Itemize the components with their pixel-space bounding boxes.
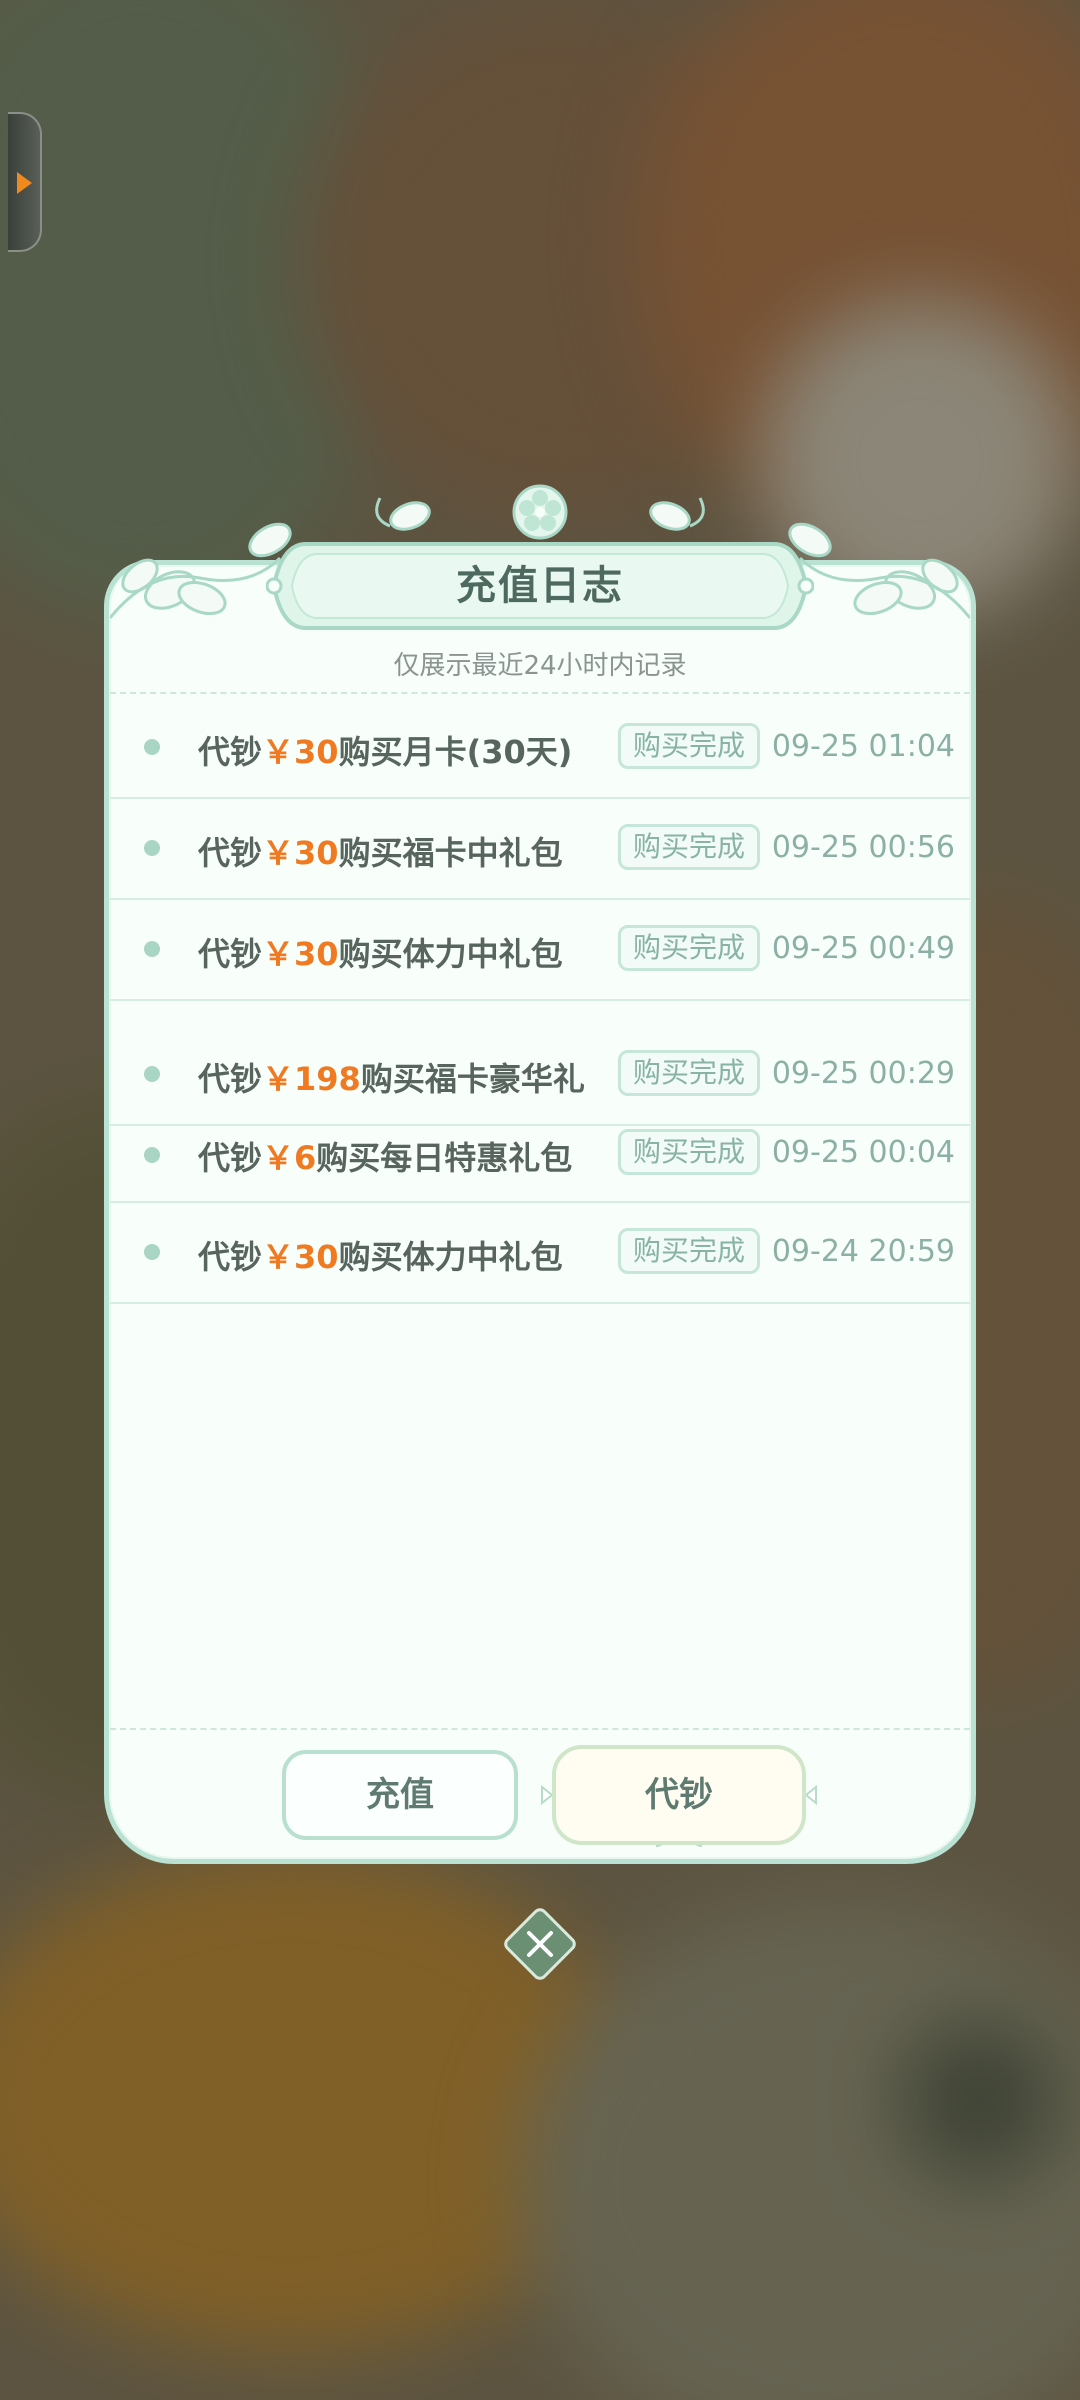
record-amount: ￥198 <box>262 1060 361 1098</box>
status-badge: 购买完成 <box>618 824 760 870</box>
record-description: 代钞￥30购买福卡中礼包 <box>198 834 563 872</box>
record-time: 09-25 00:56 <box>771 830 955 865</box>
top-divider <box>110 692 970 694</box>
game-screen: 充值日志 仅展示最近24小时内记录 代钞￥30购买月卡(30天) 购买完成 09… <box>0 0 1080 2400</box>
side-expand-tab[interactable] <box>8 112 42 252</box>
record-description: 代钞￥30购买体力中礼包 <box>198 935 563 973</box>
list-item: 代钞￥6购买每日特惠礼包 购买完成 09-25 00:04 <box>110 1125 970 1203</box>
list-item: 代钞￥30购买福卡中礼包 购买完成 09-25 00:56 <box>110 798 970 900</box>
record-amount: ￥30 <box>262 935 339 973</box>
record-description: 代钞￥198购买福卡豪华礼 <box>198 1060 585 1098</box>
list-item: 代钞￥198购买福卡豪华礼 购买完成 09-25 00:29 <box>110 1000 970 1126</box>
record-time: 09-25 01:04 <box>771 729 955 764</box>
record-amount: ￥30 <box>262 1238 339 1276</box>
record-amount: ￥6 <box>262 1139 317 1177</box>
status-badge: 购买完成 <box>618 1228 760 1274</box>
dialog-subtitle: 仅展示最近24小时内记录 <box>393 651 687 681</box>
record-description: 代钞￥30购买体力中礼包 <box>198 1238 563 1276</box>
record-time: 09-25 00:29 <box>771 1056 955 1091</box>
record-description: 代钞￥6购买每日特惠礼包 <box>198 1139 573 1177</box>
record-amount: ￥30 <box>262 733 339 771</box>
status-badge: 购买完成 <box>618 925 760 971</box>
bullet-dot <box>144 1147 160 1163</box>
close-icon[interactable] <box>499 1903 581 1985</box>
bottom-divider <box>110 1728 970 1730</box>
proxy-recharge-tab-button[interactable]: 代钞 <box>552 1745 806 1845</box>
record-amount: ￥30 <box>262 834 339 872</box>
record-time: 09-25 00:49 <box>771 931 955 966</box>
record-time: 09-25 00:04 <box>771 1135 955 1170</box>
bullet-dot <box>144 1244 160 1260</box>
list-item: 代钞￥30购买体力中礼包 购买完成 09-25 00:49 <box>110 899 970 1001</box>
record-description: 代钞￥30购买月卡(30天) <box>198 733 573 771</box>
list-item: 代钞￥30购买月卡(30天) 购买完成 09-25 01:04 <box>110 697 970 799</box>
expand-arrow-icon <box>17 172 32 194</box>
list-item: 代钞￥30购买体力中礼包 购买完成 09-24 20:59 <box>110 1202 970 1304</box>
bullet-dot <box>144 941 160 957</box>
status-badge: 购买完成 <box>618 723 760 769</box>
status-badge: 购买完成 <box>618 1129 760 1175</box>
bullet-dot <box>144 739 160 755</box>
record-time: 09-24 20:59 <box>771 1234 955 1269</box>
recharge-tab-button[interactable]: 充值 <box>282 1750 518 1840</box>
status-badge: 购买完成 <box>618 1050 760 1096</box>
dialog-title: 充值日志 <box>456 563 624 609</box>
bullet-dot <box>144 840 160 856</box>
bullet-dot <box>144 1066 160 1082</box>
